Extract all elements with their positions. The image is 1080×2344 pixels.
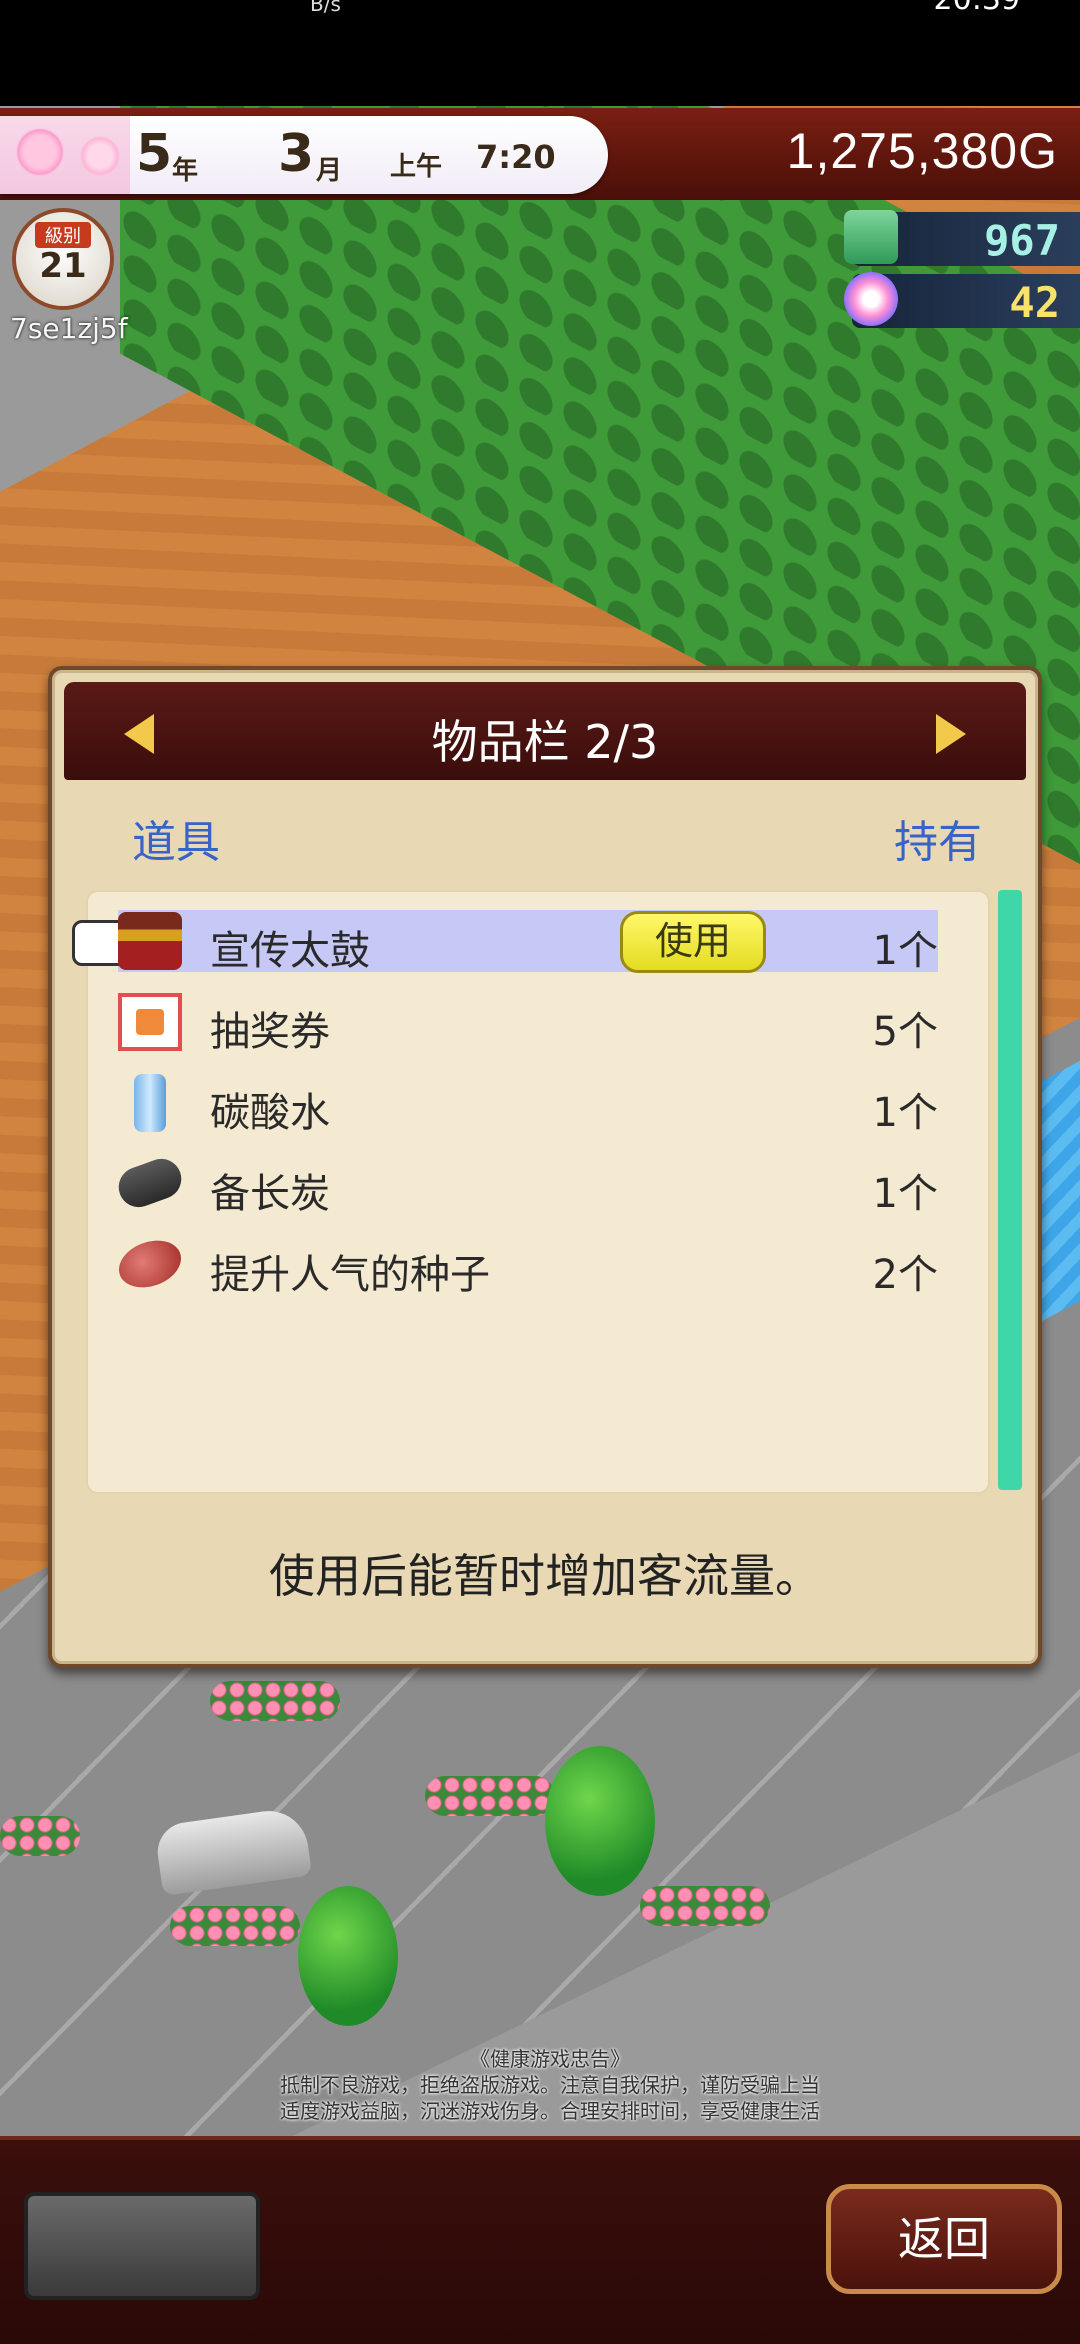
column-header-count: 持有 [894, 817, 982, 868]
health-notice: 《健康游戏忠告》 抵制不良游戏，拒绝盗版游戏。注意自我保护，谨防受骗上当 适度游… [280, 2047, 820, 2123]
item-count: 1个 [872, 928, 938, 974]
item-name: 提升人气的种子 [210, 1252, 490, 1298]
status-time: 20:39 [934, 0, 1020, 17]
charcoal-icon [113, 1153, 187, 1213]
year-unit: 年 [172, 156, 199, 186]
item-description: 使用后能暂时增加客流量。 [269, 1549, 821, 1603]
next-page-arrow-icon[interactable] [936, 714, 966, 754]
flower-bed [640, 1886, 770, 1926]
item-count: 1个 [872, 1171, 938, 1217]
status-bar: B/s 20:39 [0, 0, 1080, 106]
soda-bottle-icon [134, 1074, 166, 1132]
use-button[interactable]: 使用 [620, 911, 766, 973]
list-scrollbar[interactable] [998, 890, 1022, 1490]
item-row[interactable]: 碳酸水 1个 [118, 1072, 938, 1136]
onsen-coin-display: 42 [844, 272, 1080, 328]
inventory-title: 物品栏 2/3 [431, 715, 659, 769]
flower-bed [210, 1681, 340, 1721]
item-row[interactable]: 宣传太鼓 使用 1个 [72, 910, 938, 974]
item-list: 宣传太鼓 使用 1个 抽奖券 5个 碳酸水 1个 备长炭 1个 提升人气的种子 … [72, 890, 990, 1494]
lottery-ticket-icon [118, 993, 182, 1051]
clock: 7:20 [476, 138, 556, 176]
month-unit: 月 [316, 156, 343, 186]
flower-bed [170, 1906, 300, 1946]
money-display: 1,275,380G [786, 123, 1058, 179]
empty-slot-button[interactable] [24, 2192, 260, 2300]
research-points-display: 967 [844, 210, 1080, 266]
seed-icon [112, 1232, 188, 1296]
month-value: 3 [278, 124, 315, 184]
item-name: 抽奖券 [210, 1009, 330, 1055]
tree [298, 1886, 398, 2026]
research-points-value: 967 [984, 216, 1060, 265]
item-name: 宣传太鼓 [210, 928, 370, 974]
drum-icon [118, 912, 182, 970]
tree [545, 1746, 655, 1896]
sakura-icon [0, 116, 130, 194]
item-row[interactable]: 备长炭 1个 [113, 1153, 938, 1217]
level-label: 級别 [35, 222, 91, 248]
back-button[interactable]: 返回 [826, 2184, 1062, 2294]
level-value: 21 [39, 246, 87, 286]
bottom-bar: 返回 [0, 2136, 1080, 2344]
network-speed: B/s [310, 0, 341, 16]
onsen-coin-value: 42 [1009, 278, 1060, 327]
item-row[interactable]: 提升人气的种子 2个 [112, 1232, 938, 1298]
item-name: 碳酸水 [210, 1090, 330, 1136]
player-id: 7se1zj5f [10, 312, 128, 345]
inventory-dialog: 物品栏 2/3 道具 持有 宣传太鼓 使用 1个 抽奖券 5个 碳酸水 1个 备… [48, 666, 1042, 1668]
item-count: 5个 [872, 1009, 938, 1055]
year-value: 5 [136, 124, 173, 184]
research-points-icon [844, 210, 898, 264]
inventory-header: 物品栏 2/3 [64, 682, 1026, 780]
date-panel: 5 年 3 月 上午 7:20 [0, 116, 608, 194]
period-label: 上午 [390, 152, 443, 182]
item-count: 1个 [872, 1090, 938, 1136]
column-header-item: 道具 [132, 817, 220, 868]
item-name: 备长炭 [210, 1171, 330, 1217]
flower-bed [0, 1816, 80, 1856]
item-row[interactable]: 抽奖券 5个 [118, 991, 938, 1055]
level-badge[interactable]: 級别 21 [12, 208, 114, 310]
flower-bed [425, 1776, 555, 1816]
onsen-coin-icon [844, 272, 898, 326]
item-count: 2个 [872, 1252, 938, 1298]
